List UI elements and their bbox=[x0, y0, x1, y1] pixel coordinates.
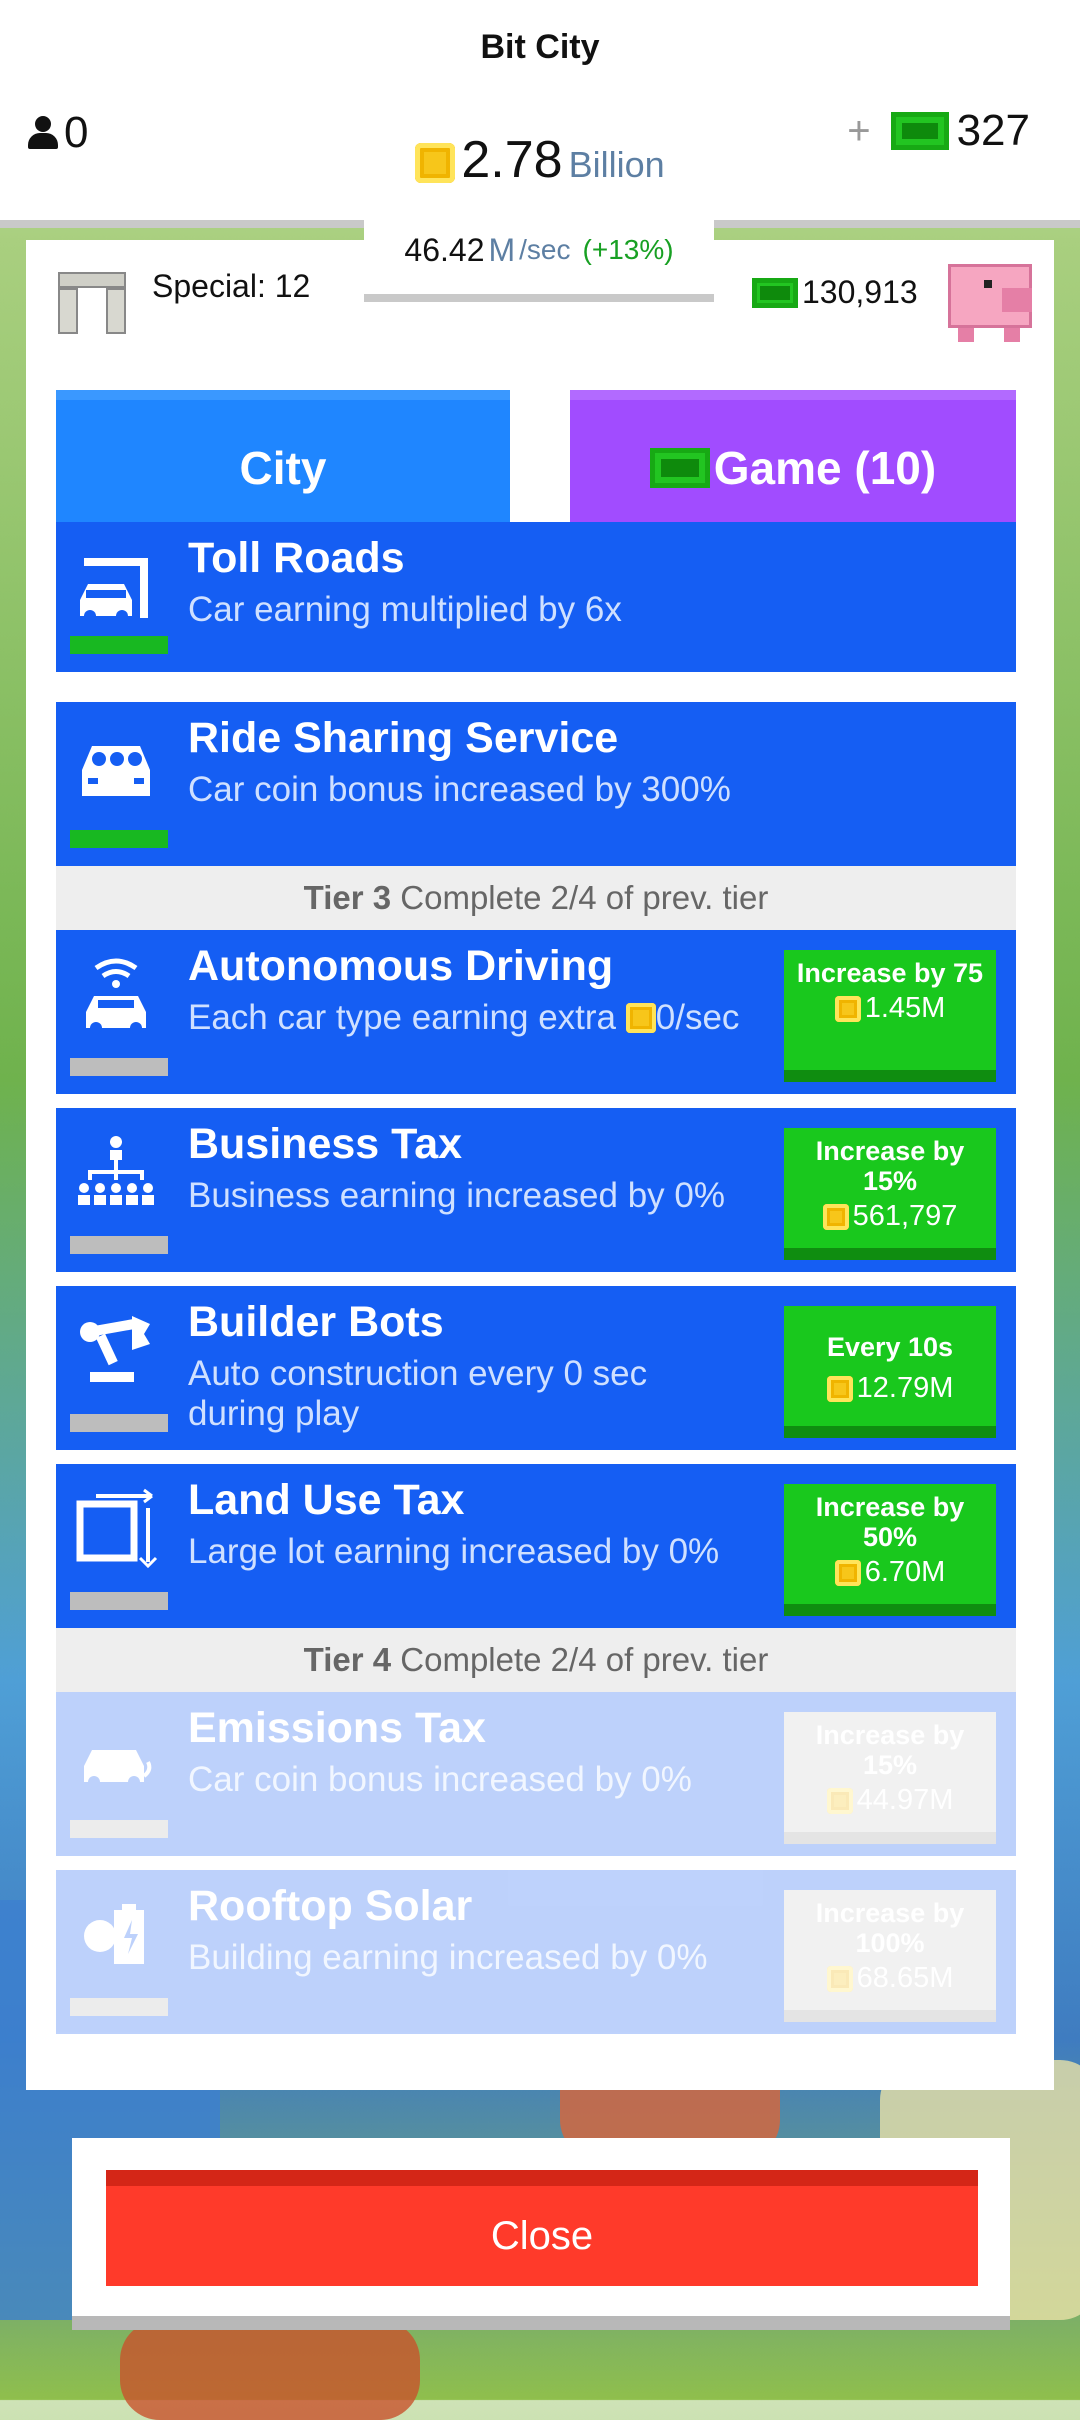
special-label: Special: 12 bbox=[152, 268, 311, 304]
progress-bar-complete bbox=[70, 830, 168, 848]
upgrade-row: Toll Roads Car earning multiplied by 6x bbox=[56, 522, 1016, 672]
progress-bar bbox=[70, 1998, 168, 2016]
coin-icon bbox=[415, 143, 456, 183]
progress-bar bbox=[70, 1820, 168, 1838]
income-rate: 46.42 M/sec (+13%) bbox=[364, 206, 714, 302]
coin-value: 2.78 bbox=[461, 131, 563, 189]
upgrade-desc: Large lot earning increased by 0% bbox=[188, 1532, 720, 1571]
buy-emissions-tax-button: Increase by 15% 44.97M bbox=[784, 1712, 996, 1844]
upgrade-row: Ride Sharing Service Car coin bonus incr… bbox=[56, 702, 1016, 866]
special-counter: Special: 12 bbox=[26, 240, 340, 350]
coin-icon bbox=[826, 1965, 853, 1992]
progress-bar bbox=[70, 1236, 168, 1254]
coin-icon bbox=[826, 1787, 853, 1814]
coin-icon bbox=[834, 1559, 861, 1586]
upgrade-title: Toll Roads bbox=[188, 534, 405, 582]
coin-icon bbox=[826, 1375, 853, 1402]
cash-icon bbox=[752, 277, 798, 308]
piggy-bank-icon[interactable] bbox=[942, 254, 1038, 344]
progress-bar-complete bbox=[70, 636, 168, 654]
upgrade-title: Autonomous Driving bbox=[188, 942, 614, 990]
coin-icon bbox=[822, 1203, 849, 1230]
upgrade-desc: Business earning increased by 0% bbox=[188, 1176, 725, 1215]
upgrade-title: Business Tax bbox=[188, 1120, 463, 1168]
upgrade-title: Builder Bots bbox=[188, 1298, 444, 1346]
car-front-icon bbox=[82, 746, 150, 796]
cash-balance[interactable]: + 327 bbox=[847, 106, 1030, 156]
org-chart-icon bbox=[78, 1136, 154, 1205]
toll-gate-icon bbox=[80, 558, 148, 622]
tab-game[interactable]: Game (10) bbox=[570, 390, 1016, 536]
tier-3-header: Tier 3 Complete 2/4 of prev. tier bbox=[56, 866, 1016, 930]
upgrade-row: Autonomous Driving Each car type earning… bbox=[56, 930, 1016, 1094]
buy-builder-bots-button[interactable]: Every 10s 12.79M bbox=[784, 1306, 996, 1438]
robot-arm-icon bbox=[80, 1316, 150, 1382]
landmark-gate-icon bbox=[58, 272, 126, 334]
upgrade-desc: Auto construction every 0 sec during pla… bbox=[188, 1354, 648, 1433]
coin-unit: Billion bbox=[568, 144, 665, 185]
upgrade-desc: Car earning multiplied by 6x bbox=[188, 590, 622, 629]
upgrade-title: Emissions Tax bbox=[188, 1704, 486, 1752]
upgrade-row: Land Use Tax Large lot earning increased… bbox=[56, 1464, 1016, 1628]
upgrade-title: Land Use Tax bbox=[188, 1476, 465, 1524]
coin-icon bbox=[834, 995, 861, 1022]
upgrade-row-locked: Rooftop Solar Building earning increased… bbox=[56, 1870, 1016, 2034]
progress-bar bbox=[70, 1058, 168, 1076]
upgrade-title: Ride Sharing Service bbox=[188, 714, 619, 762]
buy-land-use-tax-button[interactable]: Increase by 50% 6.70M bbox=[784, 1484, 996, 1616]
upgrade-desc: Building earning increased by 0% bbox=[188, 1938, 708, 1977]
progress-bar bbox=[70, 1592, 168, 1610]
coin-icon bbox=[625, 1003, 656, 1033]
tier-4-header: Tier 4 Complete 2/4 of prev. tier bbox=[56, 1628, 1016, 1692]
piggy-bank[interactable]: 130,913 bbox=[740, 240, 1054, 350]
upgrade-title: Rooftop Solar bbox=[188, 1882, 473, 1930]
app-title: Bit City bbox=[480, 28, 600, 66]
top-bar: Bit City 0 2.78 Billion + 327 bbox=[0, 0, 1080, 228]
land-plot-icon bbox=[76, 1488, 158, 1569]
buy-business-tax-button[interactable]: Increase by 15% 561,797 bbox=[784, 1128, 996, 1260]
progress-bar bbox=[70, 1414, 168, 1432]
rate-bonus: (+13%) bbox=[582, 234, 674, 265]
cash-icon bbox=[649, 448, 710, 488]
close-button[interactable]: Close bbox=[106, 2170, 978, 2286]
wifi-car-icon bbox=[86, 958, 146, 1034]
upgrade-desc: Car coin bonus increased by 300% bbox=[188, 770, 731, 809]
upgrade-desc: Car coin bonus increased by 0% bbox=[188, 1760, 692, 1799]
add-cash-icon[interactable]: + bbox=[847, 109, 870, 154]
upgrade-desc: Each car type earning extra 0/sec bbox=[188, 998, 740, 1037]
cash-value: 327 bbox=[956, 106, 1030, 155]
upgrade-row: Business Tax Business earning increased … bbox=[56, 1108, 1016, 1272]
emissions-car-icon bbox=[84, 1750, 152, 1788]
upgrade-row-locked: Emissions Tax Car coin bonus increased b… bbox=[56, 1692, 1016, 1856]
tab-city[interactable]: City bbox=[56, 390, 510, 536]
solar-battery-icon bbox=[84, 1904, 144, 1964]
upgrade-row: Builder Bots Auto construction every 0 s… bbox=[56, 1286, 1016, 1450]
piggy-cash: 130,913 bbox=[752, 274, 918, 311]
buy-autonomous-driving-button[interactable]: Increase by 75 1.45M bbox=[784, 950, 996, 1082]
buy-rooftop-solar-button: Increase by 100% 68.65M bbox=[784, 1890, 996, 2022]
background-scenery bbox=[120, 2320, 420, 2420]
close-bar: Close bbox=[72, 2138, 1010, 2330]
cash-icon bbox=[890, 112, 949, 150]
